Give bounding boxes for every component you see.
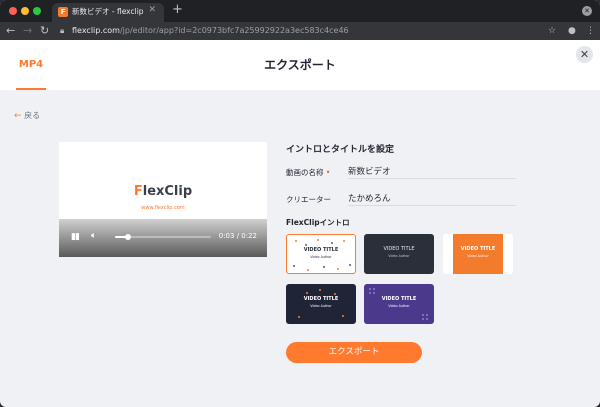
section-title: イントロとタイトルを設定 [286, 145, 395, 155]
intro-title: VIDEO TITLE [460, 246, 496, 252]
intro-subtitle: Video Author [310, 304, 332, 308]
maximize-window-button[interactable] [33, 7, 41, 15]
close-dialog-button[interactable]: ✕ [576, 46, 593, 63]
back-arrow-icon: ← [14, 111, 22, 121]
progress-track[interactable] [115, 234, 211, 240]
intro-subtitle: Video Author [310, 255, 332, 259]
export-button[interactable]: エクスポート [286, 342, 422, 363]
tab-mp4[interactable]: MP4 [16, 40, 46, 90]
intro-thumbnail-1[interactable]: VIDEO TITLE Video Author [286, 234, 356, 274]
forward-arrow-icon[interactable]: → [23, 23, 32, 39]
intro-subtitle: Video Author [467, 254, 489, 258]
progress-handle[interactable] [125, 234, 132, 240]
browser-tab[interactable]: F 新数ビデオ - flexclip ✕ [52, 3, 164, 22]
name-field-underline [348, 178, 516, 179]
browser-window: F 新数ビデオ - flexclip ✕ + ✕ ← → ↻ 🔒︎ flexcl… [0, 0, 600, 407]
flexclip-logo: FlexClip [133, 184, 193, 199]
intro-title: VIDEO TITLE [303, 247, 339, 253]
back-link[interactable]: ← 戻る [14, 110, 40, 121]
profile-icon[interactable]: ● [568, 25, 576, 37]
name-label: 動画の名称 • [286, 168, 331, 177]
tab-close-icon[interactable]: ✕ [148, 5, 156, 15]
export-header: MP4 エクスポート [0, 40, 600, 90]
close-icon: ✕ [579, 48, 590, 61]
browser-toolbar: ← → ↻ 🔒︎ flexclip.com/jp/editor/app?id=2… [0, 22, 600, 40]
intro-subtitle: Video Author [388, 254, 410, 258]
intro-thumbnail-5[interactable]: VIDEO TITLE Video Author [364, 284, 434, 324]
back-label: 戻る [24, 111, 41, 120]
page-title: エクスポート [264, 58, 336, 72]
logo-url: www.flexclip.com [141, 205, 185, 211]
close-window-button[interactable] [9, 7, 17, 15]
intro-title: VIDEO TITLE [383, 246, 415, 252]
intro-thumbnail-3[interactable]: VIDEO TITLE Video Author [443, 234, 513, 274]
volume-icon[interactable]: 🔈︎ [91, 231, 96, 241]
creator-field[interactable]: たかめろん [348, 192, 391, 204]
bookmark-star-icon[interactable]: ☆ [548, 25, 556, 37]
tab-title: 新数ビデオ - flexclip [72, 7, 144, 16]
lock-icon: 🔒︎ [60, 26, 65, 35]
window-close-icon[interactable]: ✕ [582, 6, 592, 16]
minimize-window-button[interactable] [21, 7, 29, 15]
reload-icon[interactable]: ↻ [40, 23, 49, 39]
url-text: flexclip.com/jp/editor/app?id=2c0973bfc7… [72, 26, 349, 35]
intro-thumbnail-2[interactable]: VIDEO TITLE Video Author [364, 234, 434, 274]
creator-label: クリエーター [286, 195, 331, 204]
new-tab-icon[interactable]: + [172, 3, 183, 17]
time-display: 0:03 / 0:22 [218, 232, 257, 240]
intro-title: VIDEO TITLE [303, 296, 339, 302]
tab-strip: F 新数ビデオ - flexclip ✕ + ✕ [0, 0, 600, 22]
intro-title: VIDEO TITLE [381, 296, 417, 302]
menu-dots-icon[interactable]: ⋮ [586, 25, 595, 37]
intro-thumbnail-4[interactable]: VIDEO TITLE Video Author [286, 284, 356, 324]
tab-active-indicator [16, 88, 46, 90]
intro-label: FlexClipイントロ [286, 218, 350, 227]
favicon-icon: F [58, 7, 68, 17]
address-bar[interactable]: 🔒︎ flexclip.com/jp/editor/app?id=2c0973b… [60, 24, 520, 38]
pause-icon[interactable]: ▮▮ [71, 232, 80, 242]
intro-subtitle: Video Author [388, 304, 410, 308]
back-arrow-icon[interactable]: ← [6, 23, 15, 39]
video-name-field[interactable]: 新数ビデオ [348, 165, 391, 177]
video-controls: ▮▮ 🔈︎ 0:03 / 0:22 [59, 219, 267, 257]
creator-field-underline [348, 205, 516, 206]
